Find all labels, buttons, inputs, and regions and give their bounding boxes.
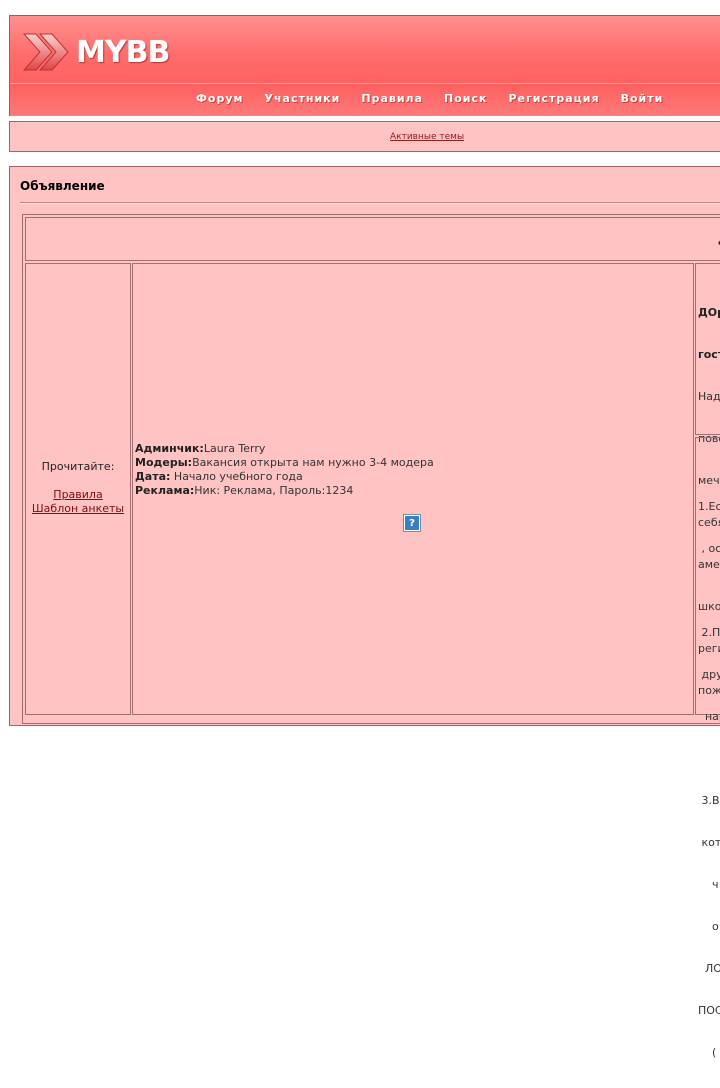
read-label: Прочитайте: <box>41 460 115 473</box>
nav-divider <box>10 83 720 84</box>
nav-members[interactable]: Участники <box>265 92 341 105</box>
info-ads: Реклама:Ник: Реклама, Пароль:1234 <box>135 484 354 497</box>
info-block: Админчик:Laura Terry Модеры:Вакансия отк… <box>135 442 434 498</box>
announcement-divider <box>20 202 720 204</box>
info-cell: Админчик:Laura Terry Модеры:Вакансия отк… <box>132 263 694 715</box>
help-icon[interactable]: ? <box>403 514 421 532</box>
active-topics-bar: Активные темы <box>9 121 720 152</box>
announcement-title: Объявление <box>20 179 105 193</box>
nav-search[interactable]: Поиск <box>444 92 487 105</box>
nav-rules[interactable]: Правила <box>361 92 423 105</box>
logo-chevron-icon <box>22 33 69 71</box>
rules-text: 1.Ес , ос 2.П дру нар 3.Ве кот ч о ЛО ПО… <box>698 500 720 1059</box>
forum-header: MYBB Форум Участники Правила Поиск Регис… <box>9 15 720 116</box>
info-admin: Админчик:Laura Terry <box>135 442 266 455</box>
announcement-panel: Объявление Д Прочитайте: Правила Шаблон … <box>9 166 720 1059</box>
logo-text: MYBB <box>76 34 170 70</box>
nav-forum[interactable]: Форум <box>196 92 244 105</box>
announcement-header-cell: Д <box>25 217 720 261</box>
description-cell: ДОр гост Наде пово мечт себя амер школ р… <box>695 263 720 697</box>
main-nav: Форум Участники Правила Поиск Регистраци… <box>196 92 684 105</box>
rules-cell: 1.Ес , ос 2.П дру нар 3.Ве кот ч о ЛО ПО… <box>695 437 720 1059</box>
info-moderators: Модеры:Вакансия открыта нам нужно 3-4 мо… <box>135 456 434 469</box>
links-block: Прочитайте: Правила Шаблон анкеты <box>26 460 130 516</box>
profile-template-link[interactable]: Шаблон анкеты <box>26 502 130 516</box>
info-date: Дата: Начало учебного года <box>135 470 303 483</box>
logo[interactable]: MYBB <box>22 28 172 76</box>
links-cell: Прочитайте: Правила Шаблон анкеты <box>25 263 131 715</box>
announcement-table: Д Прочитайте: Правила Шаблон анкеты Адми… <box>22 214 720 1059</box>
nav-login[interactable]: Войти <box>621 92 664 105</box>
active-topics-link[interactable]: Активные темы <box>390 132 464 142</box>
rules-link[interactable]: Правила <box>26 488 130 502</box>
nav-register[interactable]: Регистрация <box>508 92 599 105</box>
